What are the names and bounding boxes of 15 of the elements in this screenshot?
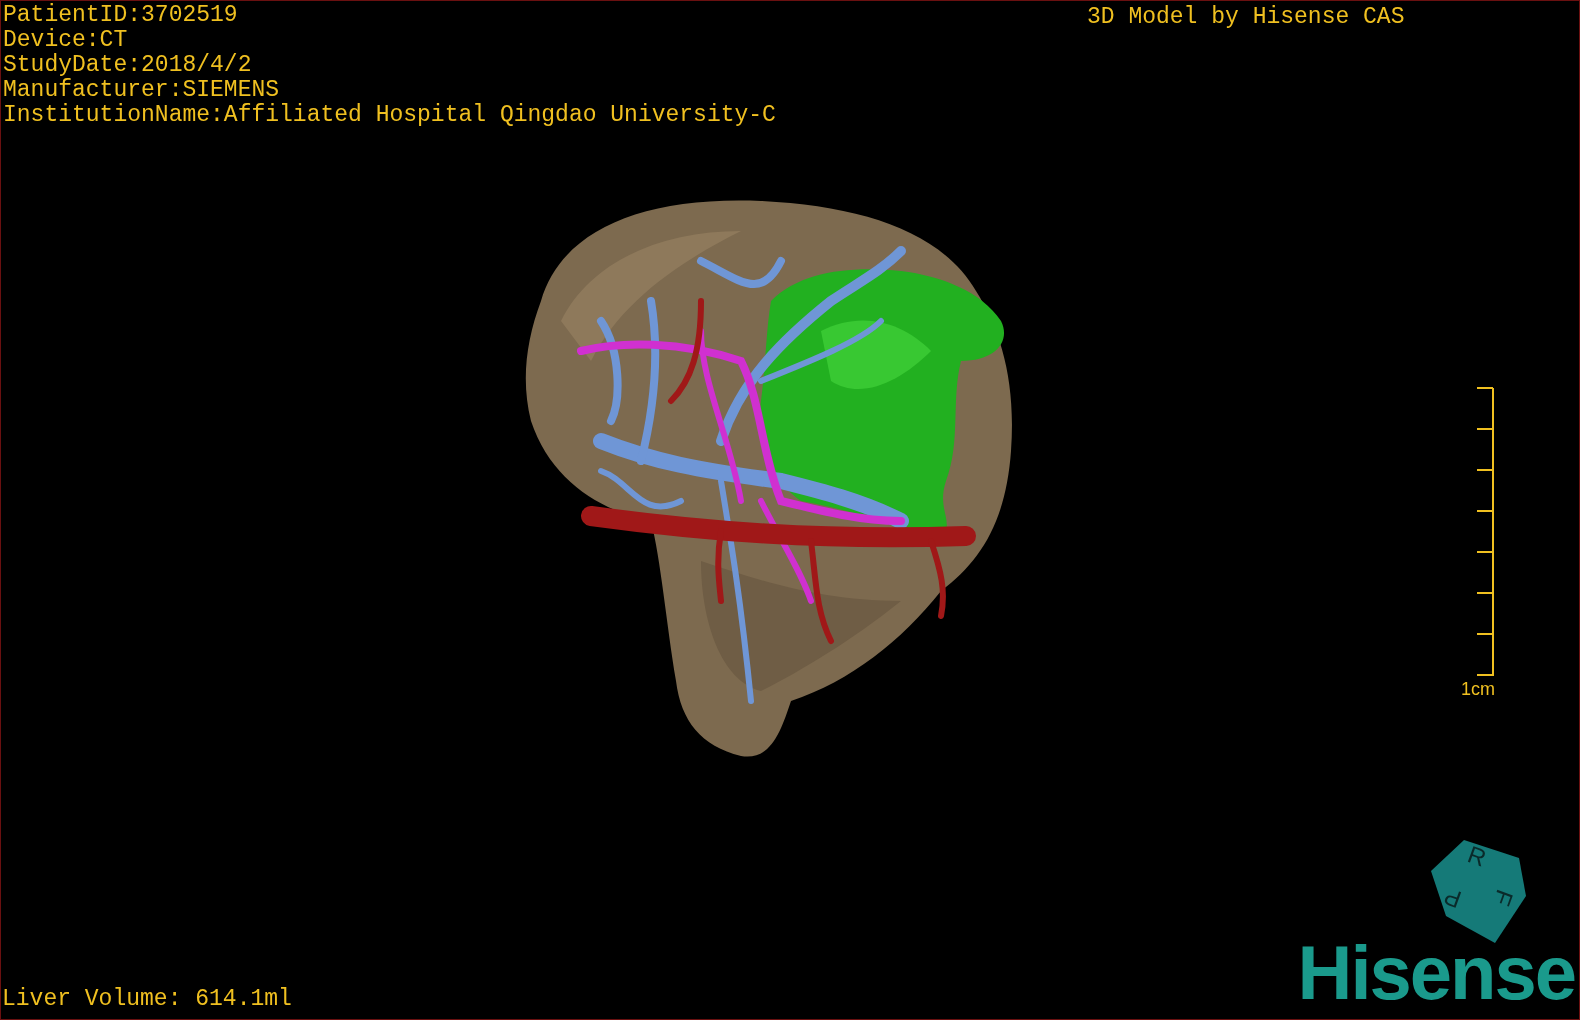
- brand-logo: Hisense: [1297, 937, 1575, 1009]
- viewer-viewport[interactable]: PatientID:3702519 Device:CT StudyDate:2018/4/2 Manufacturer:SIEMENS InstitutionName:Affiliated Hospital Qingdao University-C 3D Model by Hisense CAS 1cm R F P Liver Volume: 614.1ml Hisense: [0, 0, 1580, 1020]
- dicom-info-text: Manufacturer:SIEMENS: [3, 78, 281, 103]
- viewer-title: 3D Model by Hisense CAS: [1087, 5, 1405, 30]
- scale-label: 1cm: [1461, 679, 1495, 700]
- dicom-info-text: InstitutionName:Affiliated Hospital Qingdao University-C: [3, 103, 776, 128]
- dicom-info-text: PatientID:3702519: [3, 3, 239, 28]
- dicom-info-text: Device:CT: [3, 28, 129, 53]
- liver-model-drawing[interactable]: [525, 200, 1012, 757]
- liver-volume-text: Liver Volume: 614.1ml: [2, 987, 292, 1012]
- dicom-info-text: StudyDate:2018/4/2: [3, 53, 253, 78]
- orientation-cube[interactable]: [1431, 840, 1526, 943]
- cube-face-label: P: [1440, 882, 1465, 914]
- cube-face-label: R: [1464, 840, 1490, 872]
- cube-face-label: F: [1488, 886, 1519, 910]
